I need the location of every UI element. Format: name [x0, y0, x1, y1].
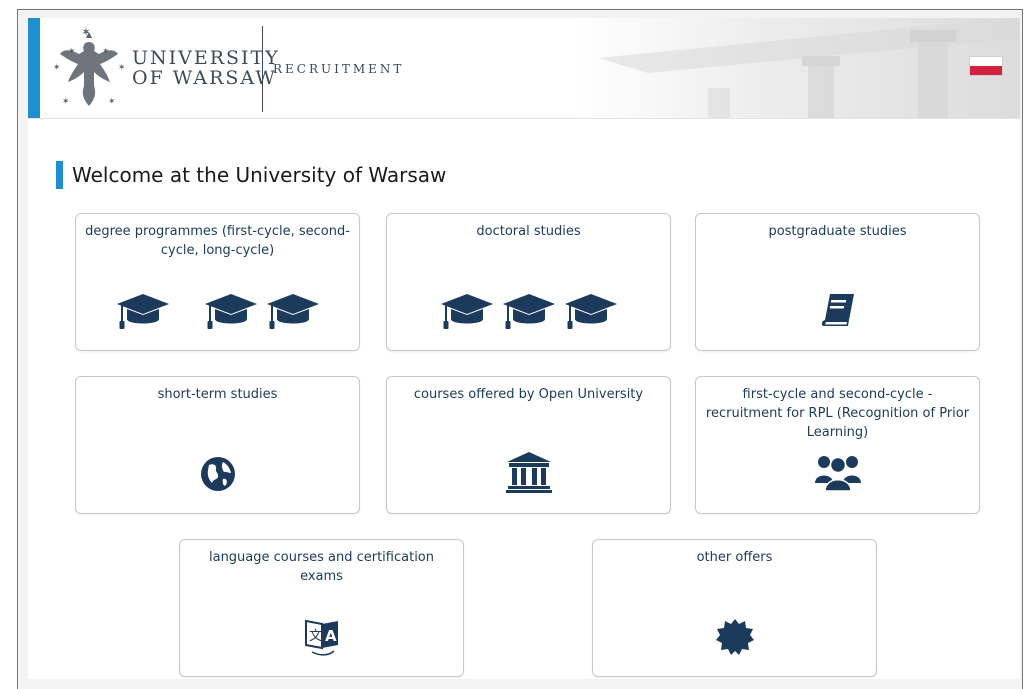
graduation-cap-icon: [266, 292, 320, 330]
card-postgraduate-studies[interactable]: postgraduate studies: [695, 213, 980, 351]
card-icons: [696, 451, 979, 493]
university-wordmark: UNIVERSITY OF WARSAW: [132, 48, 280, 88]
translate-icon: 文 A: [304, 619, 338, 656]
card-icons: [387, 292, 670, 330]
svg-text:✶: ✶: [108, 97, 116, 107]
svg-text:A: A: [325, 627, 337, 645]
page: ✶ ✶ ✶ ✶ ✶ ✶ ✶ UNIVERSITY OF WARSAW RECRU…: [28, 18, 1020, 679]
logo-line-1: UNIVERSITY: [132, 47, 280, 69]
graduation-cap-icon: [502, 292, 556, 330]
card-open-university[interactable]: courses offered by Open University: [386, 376, 671, 514]
page-title: Welcome at the University of Warsaw: [72, 163, 447, 187]
globe-icon: [200, 457, 235, 491]
header-divider: [262, 26, 263, 112]
card-label: other offers: [696, 550, 773, 565]
book-icon: [821, 294, 854, 326]
graduation-cap-icon: [564, 292, 618, 330]
card-icons: [76, 292, 359, 330]
card-label: doctoral studies: [476, 224, 581, 239]
card-label: first-cycle and second-cycle - recruitme…: [705, 387, 970, 440]
polish-flag-icon[interactable]: [969, 56, 1003, 76]
badge-icon: [715, 619, 754, 655]
card-doctoral-studies[interactable]: doctoral studies: [386, 213, 671, 351]
university-eagle-logo: ✶ ✶ ✶ ✶ ✶ ✶ ✶: [53, 25, 126, 107]
card-icons: 文 A: [180, 616, 463, 656]
card-icons: [76, 455, 359, 493]
card-icons: [593, 618, 876, 656]
card-degree-programmes[interactable]: degree programmes (first-cycle, second-c…: [75, 213, 360, 351]
card-icons: [387, 451, 670, 493]
card-label: short-term studies: [157, 387, 278, 402]
logo-line-2: OF WARSAW: [132, 67, 277, 89]
card-other-offers[interactable]: other offers: [592, 539, 877, 677]
card-label: language courses and certification exams: [208, 550, 434, 584]
card-label: courses offered by Open University: [413, 387, 644, 402]
card-label: postgraduate studies: [768, 224, 907, 239]
graduation-cap-icon: [116, 292, 170, 330]
building-columns-decoration: [598, 18, 1020, 118]
card-rpl-recruitment[interactable]: first-cycle and second-cycle - recruitme…: [695, 376, 980, 514]
header-accent-bar: [28, 18, 40, 118]
card-icons: [696, 290, 979, 330]
graduation-cap-icon: [204, 292, 258, 330]
card-short-term-studies[interactable]: short-term studies: [75, 376, 360, 514]
site-header: ✶ ✶ ✶ ✶ ✶ ✶ ✶ UNIVERSITY OF WARSAW RECRU…: [28, 18, 1020, 119]
svg-text:✶: ✶: [118, 63, 126, 73]
svg-text:✶: ✶: [62, 97, 70, 107]
card-language-courses[interactable]: language courses and certification exams…: [179, 539, 464, 677]
svg-text:文: 文: [309, 629, 322, 644]
svg-text:✶: ✶: [53, 63, 61, 73]
title-accent: [56, 161, 63, 189]
university-building-icon: [505, 452, 552, 493]
section-title: RECRUITMENT: [273, 62, 405, 76]
card-label: degree programmes (first-cycle, second-c…: [85, 224, 350, 258]
graduation-cap-icon: [440, 292, 494, 330]
users-group-icon: [814, 456, 861, 492]
